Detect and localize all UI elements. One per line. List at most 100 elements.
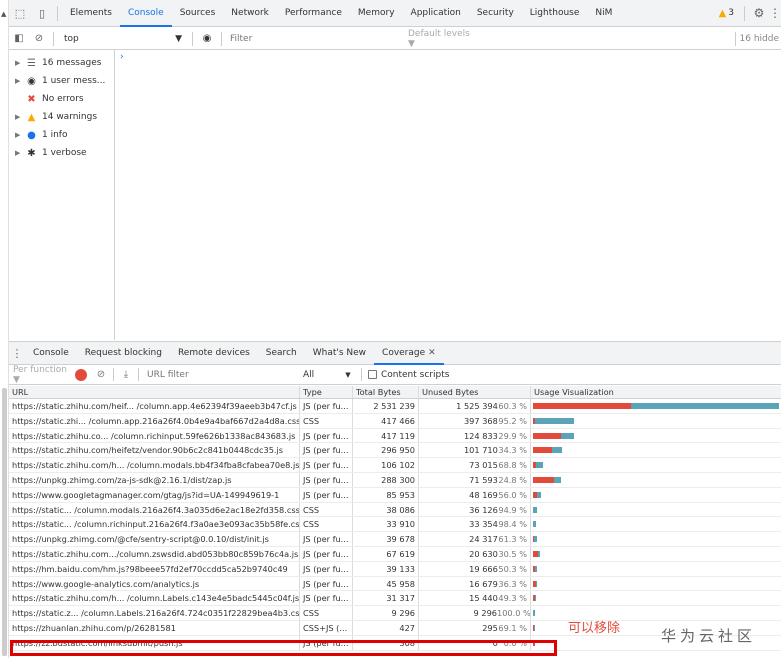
column-header-total-bytes[interactable]: Total Bytes <box>353 386 419 398</box>
column-header-type[interactable]: Type <box>300 386 353 398</box>
cell-type: JS (per fu... <box>300 546 353 561</box>
table-row[interactable]: https://unpkg.zhimg.com/@cfe/sentry-scri… <box>9 532 781 547</box>
cell-unused-bytes: 71 593 24.8 % <box>419 472 531 487</box>
table-row[interactable]: https://static.zhihu.com.../column.zswsd… <box>9 546 781 562</box>
cell-unused-bytes: 15 440 49.3 % <box>419 591 531 606</box>
table-row[interactable]: https://static... /column.modals.216a26f… <box>9 502 781 518</box>
console-prompt-icon[interactable]: › <box>120 52 124 62</box>
chevron-right-icon[interactable]: ▶ <box>15 149 25 157</box>
table-row[interactable]: https://static.zhihu.com/h... /column.mo… <box>9 458 781 473</box>
tab-application[interactable]: Application <box>403 0 469 27</box>
tab-network[interactable]: Network <box>223 0 277 27</box>
console-toolbar: ◧ ⊘ top ▼ ◉ Default levels ▼ 16 hidde <box>9 28 781 50</box>
table-row[interactable]: https://static.zhihu.co... /column.richi… <box>9 428 781 444</box>
inspect-element-icon[interactable]: ⬚ <box>9 0 31 27</box>
sidebar-item-bug[interactable]: ▶ ✱ 1 verbose <box>9 144 114 162</box>
sidebar-item-label: 1 user mess... <box>42 76 106 86</box>
table-row[interactable]: https://unpkg.zhimg.com/za-js-sdk@2.16.1… <box>9 472 781 488</box>
table-row[interactable]: https://www.googletagmanager.com/gtag/js… <box>9 487 781 503</box>
chevron-down-icon[interactable]: ▼ <box>339 371 357 379</box>
table-row[interactable]: https://static.zhi... /column.app.216a26… <box>9 413 781 429</box>
chevron-right-icon[interactable]: ▶ <box>15 113 25 121</box>
url-filter-input[interactable] <box>143 369 293 380</box>
drawer-menu-icon[interactable]: ⋮ <box>9 347 25 360</box>
unused-bytes-bar <box>561 432 574 439</box>
drawer-tab-label: Remote devices <box>177 347 250 358</box>
export-icon[interactable]: ⤓ <box>118 369 134 380</box>
column-header-usage-visualization[interactable]: Usage Visualization <box>531 386 781 398</box>
error-icon: ✖ <box>27 93 36 105</box>
sidebar-item-user[interactable]: ▶ ◉ 1 user mess... <box>9 72 114 90</box>
clear-console-icon[interactable]: ⊘ <box>29 33 49 44</box>
device-toggle-icon[interactable]: ▯ <box>31 0 53 27</box>
clear-icon[interactable]: ⊘ <box>93 369 109 380</box>
table-row[interactable]: https://static... /column.richinput.216a… <box>9 517 781 533</box>
record-button[interactable] <box>75 368 87 381</box>
coverage-type-select[interactable]: Per function ▼ <box>9 365 69 385</box>
cell-type: JS (per fu... <box>300 532 353 546</box>
table-row[interactable]: https://hm.baidu.com/hm.js?98beee57fd2ef… <box>9 561 781 577</box>
table-row[interactable]: https://www.google-analytics.com/analyti… <box>9 576 781 592</box>
sidebar-item-list[interactable]: ▶ ☰ 16 messages <box>9 54 114 72</box>
column-header-url[interactable]: URL <box>9 386 300 398</box>
table-row[interactable]: https://static.z... /column.Labels.216a2… <box>9 606 781 621</box>
cell-type: CSS <box>300 413 353 428</box>
tab-lighthouse[interactable]: Lighthouse <box>522 0 588 27</box>
cell-url: https://unpkg.zhimg.com/@cfe/sentry-scri… <box>9 532 300 546</box>
tab-sources[interactable]: Sources <box>172 0 224 27</box>
eye-icon[interactable]: ◉ <box>197 33 217 44</box>
drawer-tab-request-blocking[interactable]: Request blocking <box>77 342 170 365</box>
close-icon[interactable]: ✕ <box>428 348 436 358</box>
unused-bytes-bar <box>533 506 537 513</box>
drawer-tab-search[interactable]: Search <box>258 342 305 365</box>
caret-up-icon[interactable]: ▲ <box>1 10 6 18</box>
unused-bytes-value: 20 630 <box>469 548 498 559</box>
cell-usage-visualization <box>531 503 781 517</box>
drawer-tab-what-s-new[interactable]: What's New <box>305 342 374 365</box>
chevron-right-icon[interactable]: ▶ <box>15 77 25 85</box>
table-row[interactable]: https://static.zhihu.com/h... /column.La… <box>9 591 781 607</box>
tab-security[interactable]: Security <box>469 0 522 27</box>
type-filter-select[interactable]: All <box>293 370 339 380</box>
context-select[interactable]: top ▼ <box>58 34 188 44</box>
issues-counter[interactable]: ▲ 3 <box>713 8 740 19</box>
drawer-tab-console[interactable]: Console <box>25 342 77 365</box>
issues-count: 3 <box>728 8 734 18</box>
tab-performance[interactable]: Performance <box>277 0 350 27</box>
column-header-unused-bytes[interactable]: Unused Bytes <box>419 386 531 398</box>
sidebar-toggle-icon[interactable]: ◧ <box>9 33 29 44</box>
console-sidebar: ▶ ☰ 16 messages ▶ ◉ 1 user mess... ✖ No errors ▶… <box>9 50 115 340</box>
table-row[interactable]: https://static.zhihu.com/heifetz/vendor.… <box>9 443 781 459</box>
gear-icon[interactable]: ⚙ <box>749 6 769 20</box>
sidebar-item-error[interactable]: ✖ No errors <box>9 90 114 108</box>
drawer-tab-remote-devices[interactable]: Remote devices <box>170 342 258 365</box>
tab-memory[interactable]: Memory <box>350 0 403 27</box>
list-icon: ☰ <box>27 57 36 69</box>
more-options-icon[interactable]: ⋮ <box>769 6 781 20</box>
sidebar-item-info[interactable]: ▶ ● 1 info <box>9 126 114 144</box>
drawer-tab-coverage[interactable]: Coverage ✕ <box>374 342 444 365</box>
chevron-right-icon[interactable]: ▶ <box>15 131 25 139</box>
scrollbar[interactable] <box>2 388 7 656</box>
cell-type: JS (per fu... <box>300 576 353 591</box>
table-row[interactable]: https://static.zhihu.com/heif... /column… <box>9 399 781 414</box>
sidebar-item-warning[interactable]: ▶ ▲ 14 warnings <box>9 108 114 126</box>
usage-bar <box>533 595 537 602</box>
cell-url: https://unpkg.zhimg.com/za-js-sdk@2.16.1… <box>9 472 300 487</box>
content-scripts-checkbox[interactable] <box>368 370 377 379</box>
cell-total-bytes: 85 953 <box>353 487 419 502</box>
divider <box>138 368 139 381</box>
cell-total-bytes: 39 133 <box>353 561 419 576</box>
cell-usage-visualization <box>531 473 781 487</box>
cell-total-bytes: 106 102 <box>353 458 419 472</box>
console-filter-input[interactable] <box>226 33 406 44</box>
tab-nim[interactable]: NiM <box>587 0 620 27</box>
coverage-toolbar: Per function ▼ ⊘ ⤓ All ▼ Content scripts <box>9 365 781 385</box>
unused-bytes-value: 19 666 <box>469 563 498 574</box>
log-levels-select[interactable]: Default levels ▼ <box>408 29 478 49</box>
devtools-tab-list: Elements Console Sources Network Performance… <box>62 0 620 27</box>
tab-elements[interactable]: Elements <box>62 0 120 27</box>
tab-console[interactable]: Console <box>119 0 172 27</box>
chevron-right-icon[interactable]: ▶ <box>15 59 25 67</box>
cell-total-bytes: 67 619 <box>353 546 419 561</box>
